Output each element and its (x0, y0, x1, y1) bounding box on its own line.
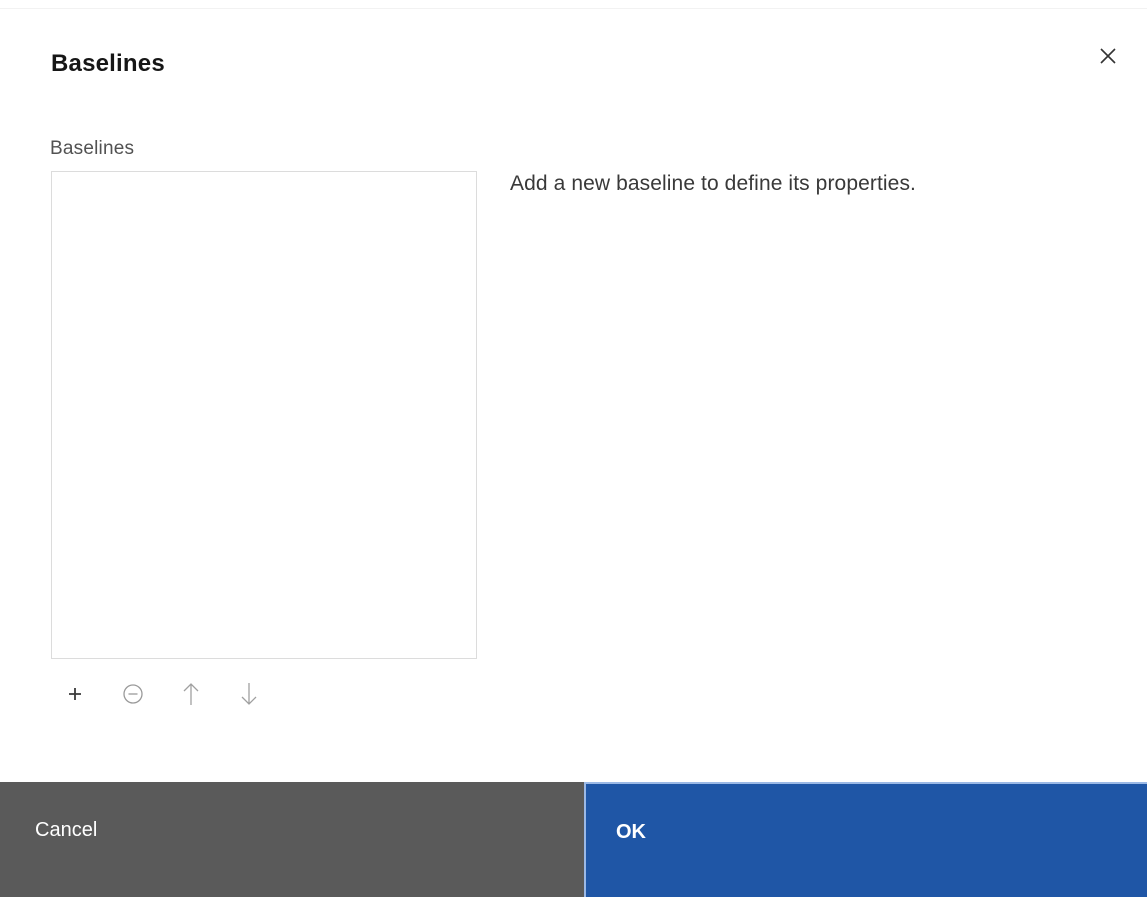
dialog-footer: Cancel OK (0, 782, 1147, 897)
dialog-title: Baselines (51, 50, 165, 77)
move-down-button[interactable] (231, 676, 267, 712)
close-icon (1100, 48, 1116, 64)
baselines-list[interactable] (51, 171, 477, 659)
move-up-button[interactable] (173, 676, 209, 712)
arrow-up-icon (183, 683, 199, 705)
arrow-down-icon (241, 683, 257, 705)
ok-button[interactable]: OK (584, 782, 1147, 897)
baselines-dialog: Baselines Baselines Add a new baseline t… (0, 0, 1147, 897)
plus-icon (69, 688, 81, 700)
remove-baseline-button[interactable] (115, 676, 151, 712)
cancel-button[interactable]: Cancel (0, 782, 584, 897)
add-baseline-button[interactable] (57, 676, 93, 712)
minus-circle-icon (123, 684, 143, 704)
close-button[interactable] (1092, 40, 1124, 72)
top-divider (0, 8, 1147, 9)
empty-state-hint: Add a new baseline to define its propert… (510, 172, 916, 195)
list-toolbar (63, 674, 289, 714)
baselines-list-label: Baselines (50, 138, 135, 159)
